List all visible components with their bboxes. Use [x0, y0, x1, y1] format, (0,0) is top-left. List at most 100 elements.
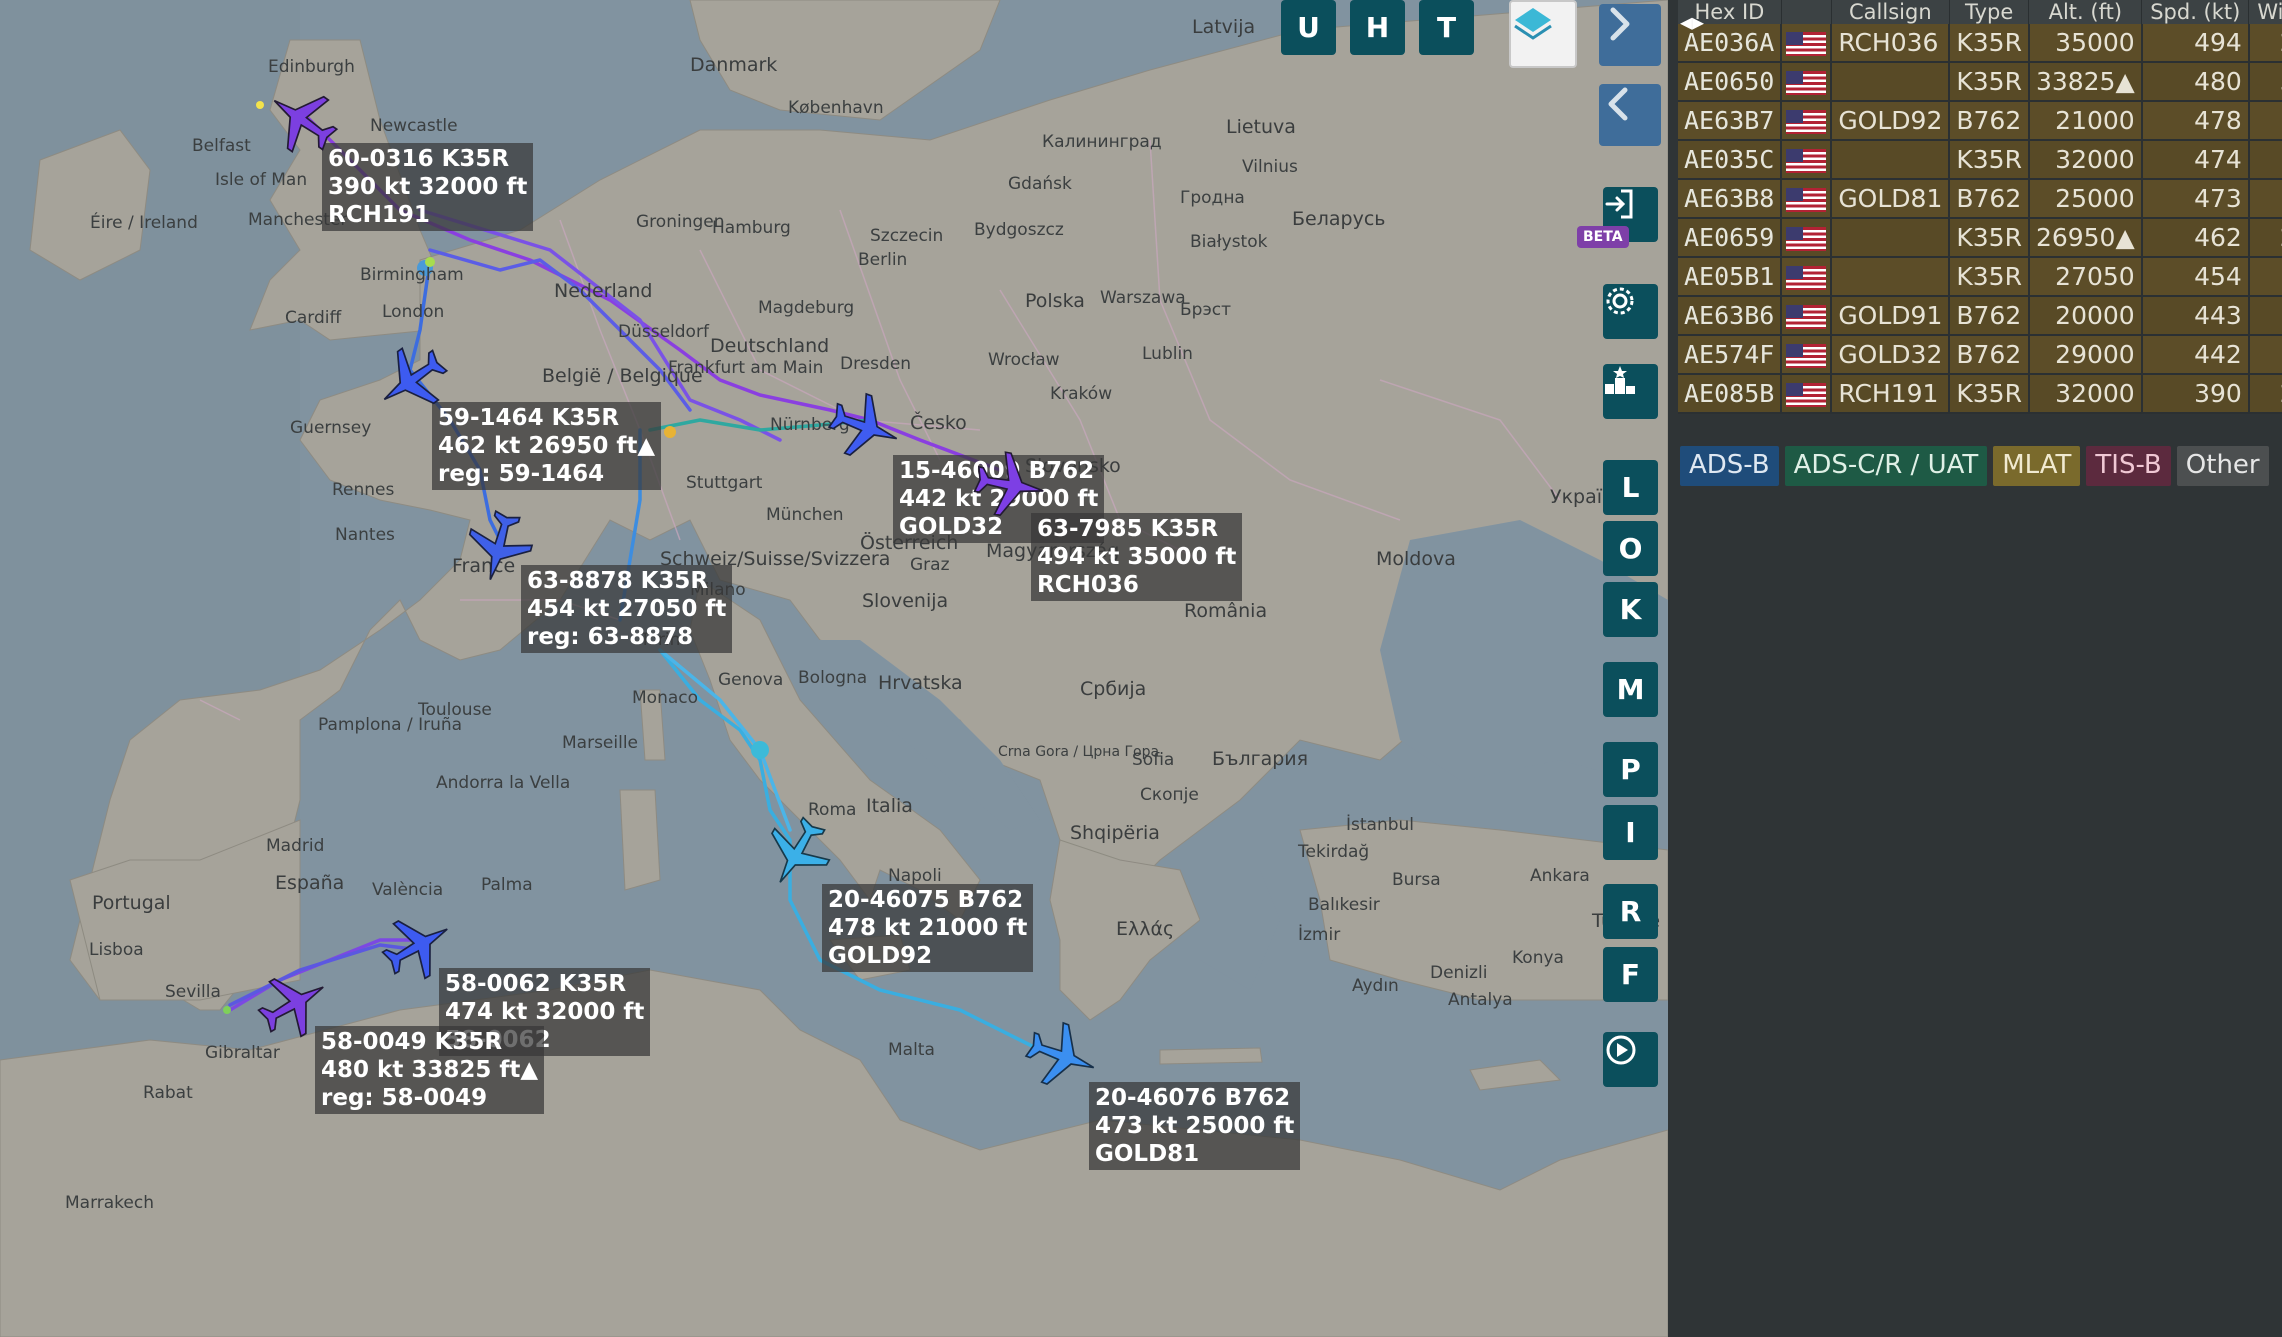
chevron-left-icon: [1608, 87, 1628, 121]
cell-callsign: GOLD81: [1831, 179, 1951, 219]
aircraft-label-line: 473 kt 25000 ft: [1095, 1113, 1295, 1139]
cell-type: B762: [1949, 179, 2030, 219]
column-header-type[interactable]: Type: [1949, 0, 2030, 24]
layers-button[interactable]: [1509, 0, 1577, 68]
cell-altitude: 33825▲: [2028, 62, 2143, 102]
login-icon: [1605, 189, 1633, 219]
cell-callsign: [1831, 140, 1951, 180]
table-row[interactable]: AE05B1 K35R270504542: [1678, 257, 2282, 297]
column-header-flag[interactable]: [1781, 0, 1832, 24]
cell-type: K35R: [1949, 24, 2030, 63]
cell-wind: [2248, 296, 2282, 336]
table-row[interactable]: AE63B7 GOLD92 B762 21000 478: [1678, 101, 2282, 141]
cell-wind: 26: [2248, 374, 2282, 414]
cell-type: K35R: [1949, 140, 2030, 180]
cell-type: B762: [1949, 296, 2030, 336]
cell-hex: AE0650: [1678, 62, 1783, 102]
cell-wind: 28: [2248, 24, 2282, 63]
t-button[interactable]: T: [1419, 0, 1474, 55]
table-row[interactable]: AE63B8 GOLD81 B762 25000 473: [1678, 179, 2282, 219]
aircraft-label[interactable]: 60-0316 K35R 390 kt 32000 ft RCH191: [322, 143, 534, 231]
podium-icon: [1605, 366, 1635, 394]
u-button[interactable]: U: [1281, 0, 1336, 55]
column-header-altitude[interactable]: Alt. (ft): [2028, 0, 2143, 24]
r-button[interactable]: R: [1603, 884, 1658, 939]
cell-speed: 390: [2141, 374, 2250, 414]
m-button[interactable]: M: [1603, 662, 1658, 717]
expand-panel-button[interactable]: [1599, 4, 1661, 66]
chevron-right-icon: [1610, 7, 1630, 41]
table-row[interactable]: AE0659 K35R26950▲46227: [1678, 218, 2282, 258]
aircraft-table-panel: Hex ID Callsign Type Alt. (ft) Spd. (kt)…: [1668, 0, 2282, 1337]
cell-hex: AE0659: [1678, 218, 1783, 258]
i-button[interactable]: I: [1603, 805, 1658, 860]
cell-altitude: 29000: [2028, 335, 2143, 375]
cell-hex: AE63B6: [1678, 296, 1783, 336]
beta-badge: BETA: [1577, 226, 1629, 248]
cell-flag: [1781, 335, 1833, 375]
table-row[interactable]: AE036ARCH036K35R3500049428: [1678, 24, 2282, 63]
o-button[interactable]: O: [1603, 521, 1658, 576]
table-row[interactable]: AE085B RCH191K35R3200039026: [1678, 374, 2282, 414]
l-button[interactable]: L: [1603, 460, 1658, 515]
layers-icon: [1514, 8, 1552, 40]
aircraft-label-line: 59-1464 K35R: [438, 405, 620, 431]
aircraft-label[interactable]: 59-1464 K35R 462 kt 26950 ft▲ reg: 59-14…: [432, 402, 662, 490]
cell-wind: 31: [2248, 62, 2282, 102]
aircraft-icon[interactable]: [968, 443, 1051, 526]
cell-speed: 462: [2141, 218, 2250, 258]
aircraft-label[interactable]: 63-7985 K35R 494 kt 35000 ft RCH036: [1031, 513, 1243, 601]
cell-altitude: 20000: [2028, 296, 2143, 336]
f-button[interactable]: F: [1603, 947, 1658, 1002]
aircraft-label-line: 58-0062 K35R: [445, 971, 627, 997]
cell-wind: [2248, 101, 2282, 141]
map-view[interactable]: Edinburgh Newcastle Belfast Isle of Man …: [0, 0, 1668, 1337]
cell-flag: [1781, 296, 1833, 336]
ranking-button[interactable]: [1603, 364, 1658, 419]
table-resize-toggle[interactable]: ◂▸: [1680, 8, 1704, 37]
column-header-callsign[interactable]: Callsign: [1831, 0, 1950, 24]
aircraft-label-line: 390 kt 32000 ft: [328, 174, 528, 200]
cell-hex: AE63B8: [1678, 179, 1783, 219]
cell-altitude: 21000: [2028, 101, 2143, 141]
collapse-panel-button[interactable]: [1599, 84, 1661, 146]
cell-flag: [1781, 374, 1833, 414]
cell-altitude: 32000: [2028, 374, 2143, 414]
cell-flag: [1781, 140, 1833, 180]
aircraft-label-line: 454 kt 27050 ft: [527, 596, 727, 622]
aircraft-label[interactable]: 58-0049 K35R 480 kt 33825 ft▲ reg: 58-00…: [315, 1026, 545, 1114]
cell-callsign: [1831, 62, 1951, 102]
settings-button[interactable]: [1603, 284, 1658, 339]
us-flag-icon: [1786, 383, 1827, 407]
h-button[interactable]: H: [1350, 0, 1405, 55]
k-button[interactable]: K: [1603, 582, 1658, 637]
legend-other: Other: [2176, 446, 2269, 486]
cell-altitude: 26950▲: [2028, 218, 2143, 258]
us-flag-icon: [1786, 32, 1827, 56]
us-flag-icon: [1786, 110, 1827, 134]
basemap: [0, 0, 1668, 1337]
table-row[interactable]: AE574F GOLD32 B762 29000 442: [1678, 335, 2282, 375]
aircraft-label-line: 478 kt 21000 ft: [828, 915, 1028, 941]
p-button[interactable]: P: [1603, 742, 1658, 797]
aircraft-label[interactable]: 20-46075 B762 478 kt 21000 ft GOLD92: [822, 884, 1034, 972]
table-row[interactable]: AE0650 K35R33825▲48031: [1678, 62, 2282, 102]
cell-speed: 478: [2141, 101, 2250, 141]
aircraft-label[interactable]: 63-8878 K35R 454 kt 27050 ft reg: 63-887…: [521, 565, 733, 653]
cell-callsign: [1831, 218, 1951, 258]
cell-callsign: RCH036: [1831, 24, 1951, 63]
cell-altitude: 32000: [2028, 140, 2143, 180]
cell-speed: 494: [2141, 24, 2250, 63]
replay-button[interactable]: [1603, 1032, 1658, 1087]
column-header-speed[interactable]: Spd. (kt): [2141, 0, 2250, 24]
legend-mlat: MLAT: [1993, 446, 2081, 486]
table-row[interactable]: AE63B6 GOLD91 B762 20000 443: [1678, 296, 2282, 336]
cell-callsign: RCH191: [1831, 374, 1951, 414]
cell-speed: 443: [2141, 296, 2250, 336]
aircraft-label[interactable]: 20-46076 B762 473 kt 25000 ft GOLD81: [1089, 1082, 1301, 1170]
cell-speed: 454: [2141, 257, 2250, 297]
cell-wind: 10: [2248, 140, 2282, 180]
column-header-wind[interactable]: Wind: [2248, 0, 2282, 24]
cell-type: B762: [1949, 335, 2030, 375]
table-row[interactable]: AE035C K35R3200047410: [1678, 140, 2282, 180]
